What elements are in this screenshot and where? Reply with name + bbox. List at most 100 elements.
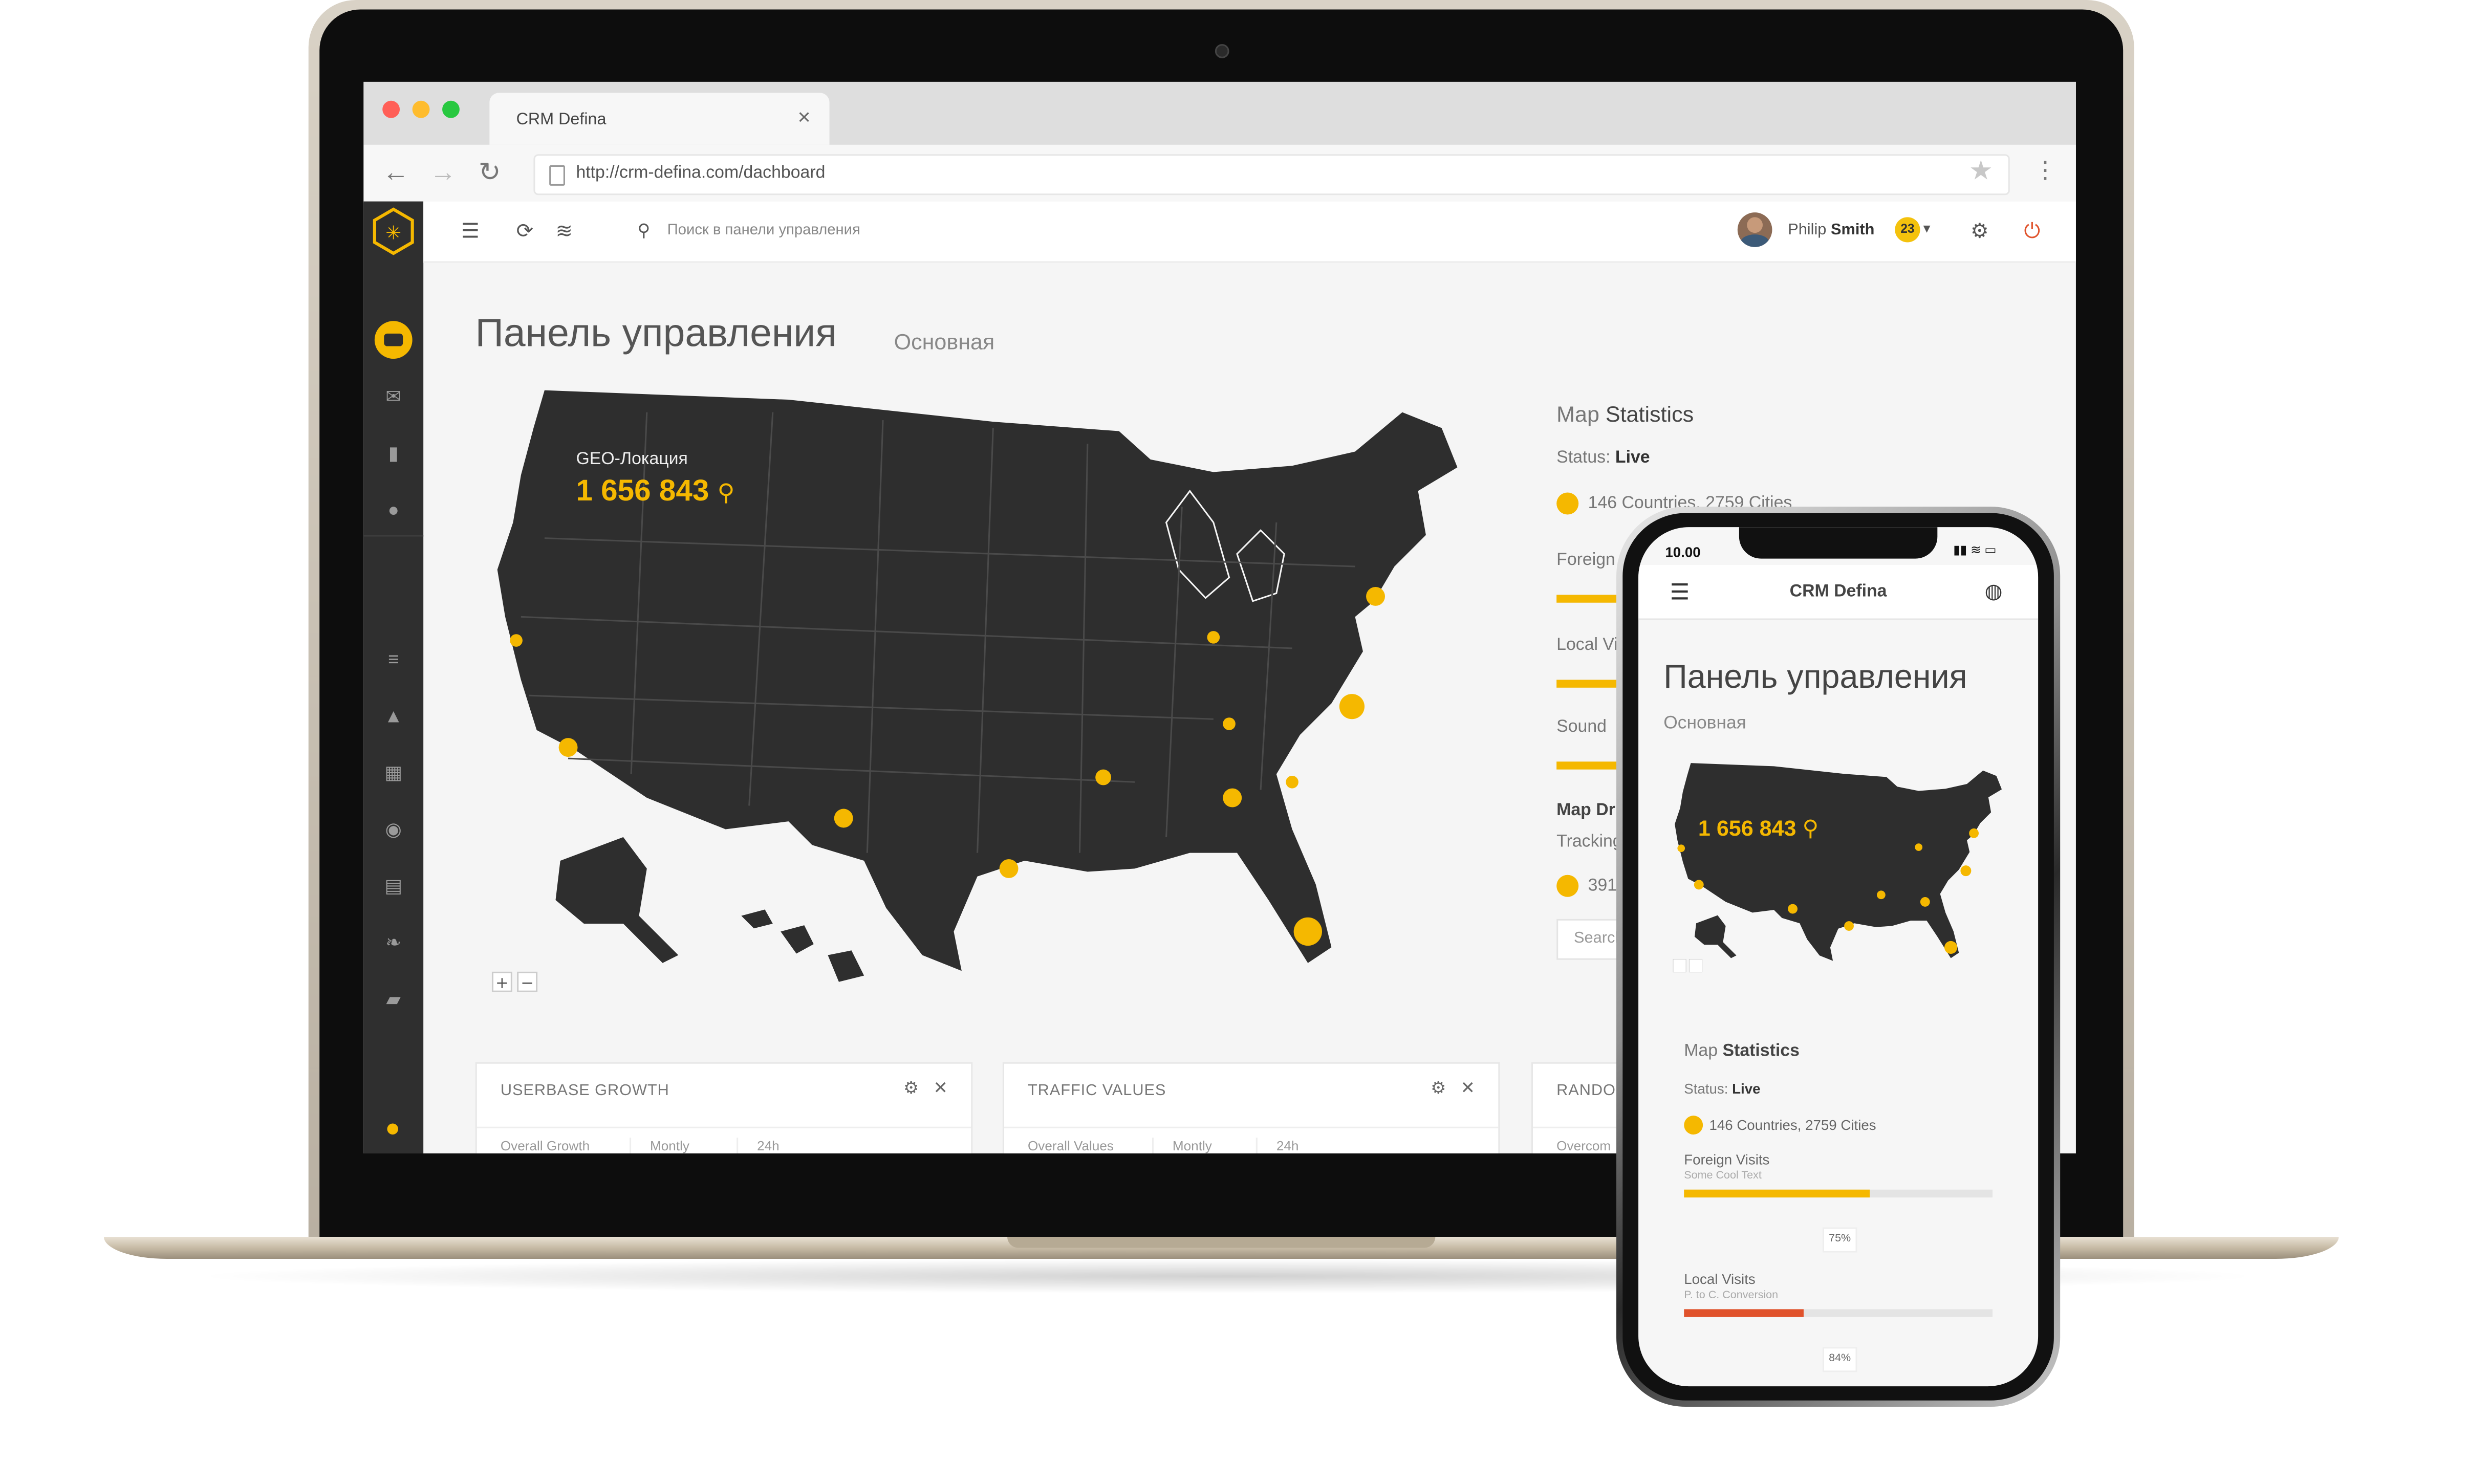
user-icon[interactable]: ●	[382, 499, 404, 521]
gear-icon[interactable]: ⚙	[1971, 219, 1989, 244]
bell-icon[interactable]: ▲	[382, 705, 404, 727]
map-stats-title: Map Statistics	[1684, 1041, 1800, 1061]
usa-map[interactable]	[1666, 757, 2009, 977]
grid-icon[interactable]: ▦	[382, 761, 404, 783]
map-pin-icon	[1684, 1116, 1703, 1135]
count-391: 391	[1588, 876, 1617, 896]
local-visits-bar	[1684, 1309, 1993, 1317]
mail-icon[interactable]: ✉	[382, 385, 404, 407]
geo-count: 1 656 843 ⚲	[1698, 815, 1819, 841]
search-input[interactable]: Поиск в панели управления	[667, 222, 860, 239]
status-line: Status: Live	[1684, 1081, 1761, 1097]
tab-title: CRM Defina	[516, 110, 607, 129]
map-stats-title: Map Statistics	[1556, 401, 1694, 427]
page-title: Панель управления	[475, 311, 837, 356]
status-dot	[387, 1123, 398, 1135]
map-pin-icon	[1556, 492, 1579, 515]
wifi-icon[interactable]: ≋	[555, 219, 573, 244]
phone-notch	[1739, 527, 1938, 559]
tab-monthly[interactable]: Montly	[1152, 1138, 1212, 1153]
list-icon[interactable]: ≡	[382, 648, 404, 670]
card-title: TRAFFIC VALUES	[1027, 1082, 1166, 1100]
laptop-notch	[1007, 1236, 1436, 1248]
tracking-label: Tracking	[1556, 832, 1622, 852]
card-title: RANDO	[1556, 1082, 1616, 1100]
camera	[1215, 44, 1229, 58]
foreign-visits-sub: Some Cool Text	[1684, 1170, 1762, 1182]
map-pin-icon[interactable]: ◉	[382, 818, 404, 840]
tab-monthly[interactable]: Montly	[630, 1138, 689, 1153]
dashboard-icon[interactable]	[374, 321, 413, 359]
target-icon	[1556, 875, 1579, 897]
notification-badge[interactable]: 23	[1895, 217, 1920, 243]
chart-icon[interactable]: ▮	[382, 442, 404, 464]
map-dr-label: Map Dr	[1556, 801, 1615, 820]
countries-count: 146 Countries, 2759 Cities	[1709, 1117, 1876, 1133]
kebab-icon[interactable]: ⋮	[2033, 156, 2057, 184]
minimize-window-button[interactable]	[412, 100, 430, 118]
page-subtitle: Основная	[894, 329, 995, 354]
phone-app-header: ☰ CRM Defina ◍	[1638, 564, 2039, 620]
local-visits-label: Local Visits	[1684, 1271, 1756, 1287]
foreign-visits-percent: 75%	[1822, 1227, 1857, 1253]
map-pin-icon: ⚲	[1802, 815, 1819, 841]
logo-icon[interactable]: ✳	[366, 205, 420, 258]
close-icon[interactable]: ✕	[933, 1078, 947, 1098]
chevron-down-icon[interactable]: ▾	[1923, 221, 1931, 238]
folder-icon[interactable]: ▰	[382, 988, 404, 1010]
url-text: http://crm-defina.com/dachboard	[576, 163, 826, 183]
maximize-window-button[interactable]	[442, 100, 460, 118]
local-visits-percent: 84%	[1822, 1347, 1857, 1372]
status-time: 10.00	[1665, 544, 1701, 560]
foreign-visits-bar	[1684, 1189, 1993, 1198]
svg-text:✳: ✳	[385, 222, 401, 244]
card-userbase-growth: USERBASE GROWTH ⚙ ✕ Overall Growth Montl…	[475, 1062, 973, 1153]
gear-icon[interactable]: ⚙	[1431, 1078, 1446, 1098]
tab-24h[interactable]: 24h	[737, 1138, 780, 1153]
power-icon[interactable]: ⏻	[2024, 219, 2040, 244]
close-window-button[interactable]	[382, 100, 400, 118]
refresh-icon[interactable]: ⟳	[516, 219, 534, 244]
globe-icon[interactable]: ◍	[1985, 579, 2003, 604]
forward-icon[interactable]: →	[429, 158, 456, 189]
page-subtitle: Основная	[1663, 714, 1746, 733]
app-topbar: ☰ ⟳ ≋ ⚲ Поиск в панели управления Philip…	[423, 201, 2076, 263]
sound-label: Sound	[1556, 717, 1607, 737]
search-icon[interactable]: ⚲	[637, 221, 650, 241]
star-icon[interactable]: ★	[1969, 156, 1993, 187]
table-icon[interactable]: ▤	[382, 875, 404, 897]
svg-text:+: +	[495, 974, 509, 992]
status-icons: ▮▮ ≋ ▭	[1953, 542, 1997, 557]
address-bar[interactable]: http://crm-defina.com/dachboard	[533, 154, 2010, 195]
menu-icon[interactable]: ☰	[461, 219, 480, 244]
leaf-icon[interactable]: ❧	[382, 931, 404, 953]
tab-close-icon[interactable]: ×	[797, 104, 810, 129]
reload-icon[interactable]: ↻	[479, 158, 501, 189]
tab-overall-values[interactable]: Overall Values	[1028, 1138, 1114, 1153]
app-title: CRM Defina	[1789, 582, 1887, 601]
avatar[interactable]	[1737, 212, 1772, 247]
card-tabs: Overall Values Montly 24h	[1004, 1126, 1499, 1153]
page-icon	[549, 165, 565, 186]
geo-label: GEO-Локация	[576, 450, 688, 469]
card-traffic-values: TRAFFIC VALUES ⚙ ✕ Overall Values Montly…	[1002, 1062, 1500, 1153]
tab-overall-growth[interactable]: Overall Growth	[501, 1138, 590, 1153]
close-icon[interactable]: ✕	[1461, 1078, 1475, 1098]
browser-tabbar: CRM Defina ×	[363, 81, 2076, 145]
local-visits-sub: P. to C. Conversion	[1684, 1290, 1779, 1302]
sidebar: ✳ ✉ ▮ ● ≡ ▲ ▦ ◉ ▤ ❧ ▰	[363, 201, 424, 1153]
username[interactable]: Philip Smith	[1788, 222, 1874, 239]
svg-text:−: −	[521, 974, 534, 992]
browser-toolbar: ← → ↻ http://crm-defina.com/dachboard ★ …	[363, 144, 2076, 203]
back-icon[interactable]: ←	[382, 158, 409, 189]
status-line: Status: Live	[1556, 448, 1650, 468]
foreign-visits-label: Foreign Visits	[1684, 1151, 1770, 1168]
tab-overcom[interactable]: Overcom	[1556, 1138, 1611, 1153]
gear-icon[interactable]: ⚙	[903, 1078, 919, 1098]
phone-screen: 10.00 ▮▮ ≋ ▭ ☰ CRM Defina ◍ Панель управ…	[1638, 527, 2039, 1387]
tab-24h[interactable]: 24h	[1255, 1138, 1298, 1153]
map-pin-icon: ⚲	[717, 479, 735, 507]
browser-tab[interactable]: CRM Defina ×	[489, 93, 830, 145]
card-title: USERBASE GROWTH	[500, 1082, 669, 1100]
geo-count: 1 656 843 ⚲	[576, 475, 735, 509]
